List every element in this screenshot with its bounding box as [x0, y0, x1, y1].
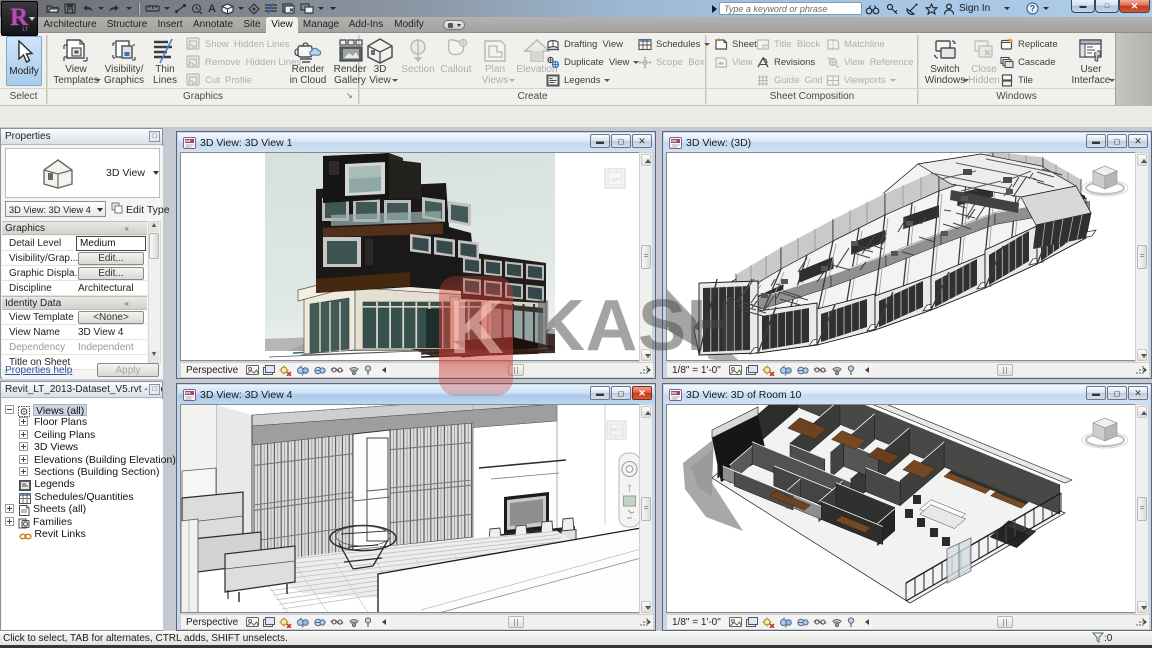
svg-text:BACK: BACK [611, 427, 622, 432]
svg-text:LEFT: LEFT [611, 177, 622, 182]
svg-text:?: ? [1030, 4, 1036, 14]
